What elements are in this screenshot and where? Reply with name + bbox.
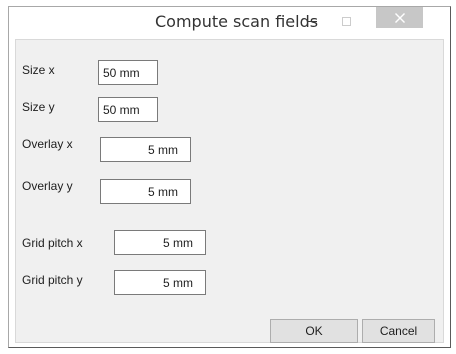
grid-pitch-y-label: Grid pitch y — [22, 273, 83, 287]
cancel-button[interactable]: Cancel — [362, 319, 435, 343]
minimize-icon — [307, 20, 317, 22]
size-y-input[interactable]: 50 mm — [98, 97, 158, 122]
size-x-label: Size x — [22, 63, 55, 77]
dialog-body: Size x 50 mm Size y 50 mm Overlay x 5 mm… — [15, 39, 444, 343]
grid-pitch-x-input[interactable]: 5 mm — [114, 230, 206, 255]
ok-button[interactable]: OK — [270, 319, 358, 343]
close-icon — [394, 12, 405, 23]
size-y-label: Size y — [22, 100, 55, 114]
maximize-button[interactable] — [331, 9, 361, 33]
title-bar[interactable]: Compute scan fields — [9, 7, 450, 39]
overlay-y-input[interactable]: 5 mm — [100, 179, 191, 204]
size-x-input[interactable]: 50 mm — [98, 60, 158, 85]
window-title: Compute scan fields — [155, 12, 319, 31]
dialog-frame: Compute scan fields Size x 50 mm Size y … — [8, 6, 451, 348]
grid-pitch-y-input[interactable]: 5 mm — [114, 270, 206, 295]
overlay-x-input[interactable]: 5 mm — [100, 137, 191, 162]
grid-pitch-x-label: Grid pitch x — [22, 236, 83, 250]
dialog-window: Compute scan fields Size x 50 mm Size y … — [0, 0, 456, 354]
maximize-icon — [341, 16, 351, 26]
overlay-y-label: Overlay y — [22, 179, 73, 193]
minimize-button[interactable] — [297, 9, 327, 33]
close-button[interactable] — [376, 7, 423, 28]
overlay-x-label: Overlay x — [22, 137, 73, 151]
